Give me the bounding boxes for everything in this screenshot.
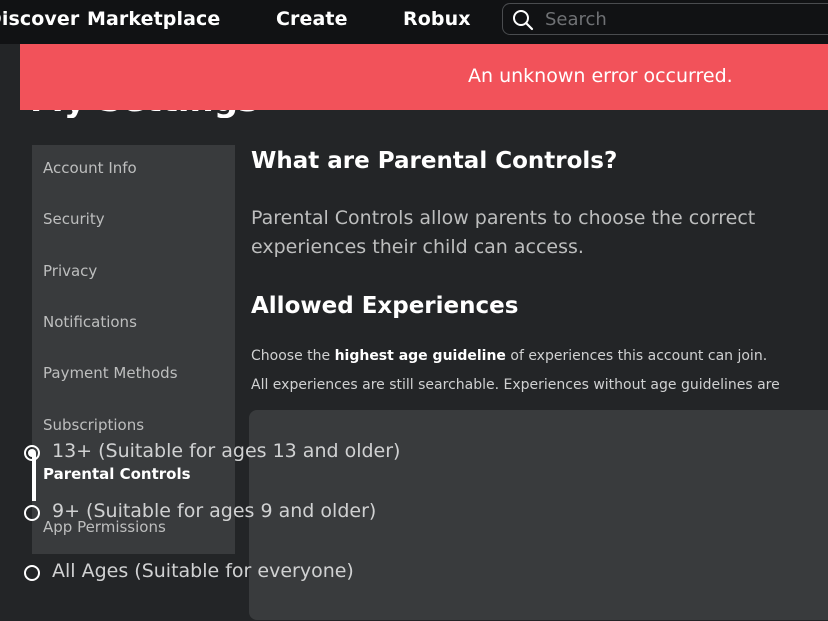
settings-sidebar: Account Info Security Privacy Notificati… [32,145,235,554]
error-banner: An unknown error occurred. [20,44,828,110]
parental-controls-heading: What are Parental Controls? [251,148,618,174]
sidebar-item-label: Notifications [43,313,137,331]
sidebar-item-label: Subscriptions [43,416,145,434]
nav-robux[interactable]: Robux [403,8,471,30]
hint-prefix: Choose the [251,348,335,364]
top-nav: Discover Marketplace Create Robux [0,0,828,44]
sidebar-item-label: Security [43,210,105,228]
page-title-text: My Settings [30,110,290,118]
radio-button[interactable] [24,505,40,521]
search-input[interactable] [545,7,825,31]
allowed-experiences-heading: Allowed Experiences [251,293,519,319]
radio-button[interactable] [24,445,40,461]
nav-marketplace[interactable]: Marketplace [87,8,220,30]
error-message: An unknown error occurred. [468,65,733,87]
sidebar-item-payment-methods[interactable]: Payment Methods [32,350,235,398]
sidebar-item-account-info[interactable]: Account Info [32,145,235,193]
sidebar-item-label: Payment Methods [43,364,178,382]
age-option-label: All Ages (Suitable for everyone) [52,560,354,582]
searchable-hint: All experiences are still searchable. Ex… [251,377,780,393]
hint-emphasis: highest age guideline [334,348,506,364]
nav-discover[interactable]: Discover [0,8,79,30]
age-option-label: 9+ (Suitable for ages 9 and older) [52,500,377,522]
search-box[interactable] [502,3,828,35]
parental-controls-description: Parental Controls allow parents to choos… [251,207,756,258]
sidebar-item-label: Account Info [43,159,137,177]
sidebar-item-label: Parental Controls [43,465,191,483]
sidebar-item-notifications[interactable]: Notifications [32,299,235,347]
page-title: My Settings [30,110,290,118]
hint-suffix: of experiences this account can join. [505,348,768,364]
age-option-label: 13+ (Suitable for ages 13 and older) [52,440,401,462]
sidebar-item-privacy[interactable]: Privacy [32,248,235,296]
search-icon [513,10,534,31]
sidebar-item-security[interactable]: Security [32,196,235,244]
sidebar-item-label: Privacy [43,262,98,280]
radio-button[interactable] [24,565,40,581]
age-guideline-hint: Choose the highest age guideline of expe… [251,348,767,364]
nav-create[interactable]: Create [276,8,348,30]
